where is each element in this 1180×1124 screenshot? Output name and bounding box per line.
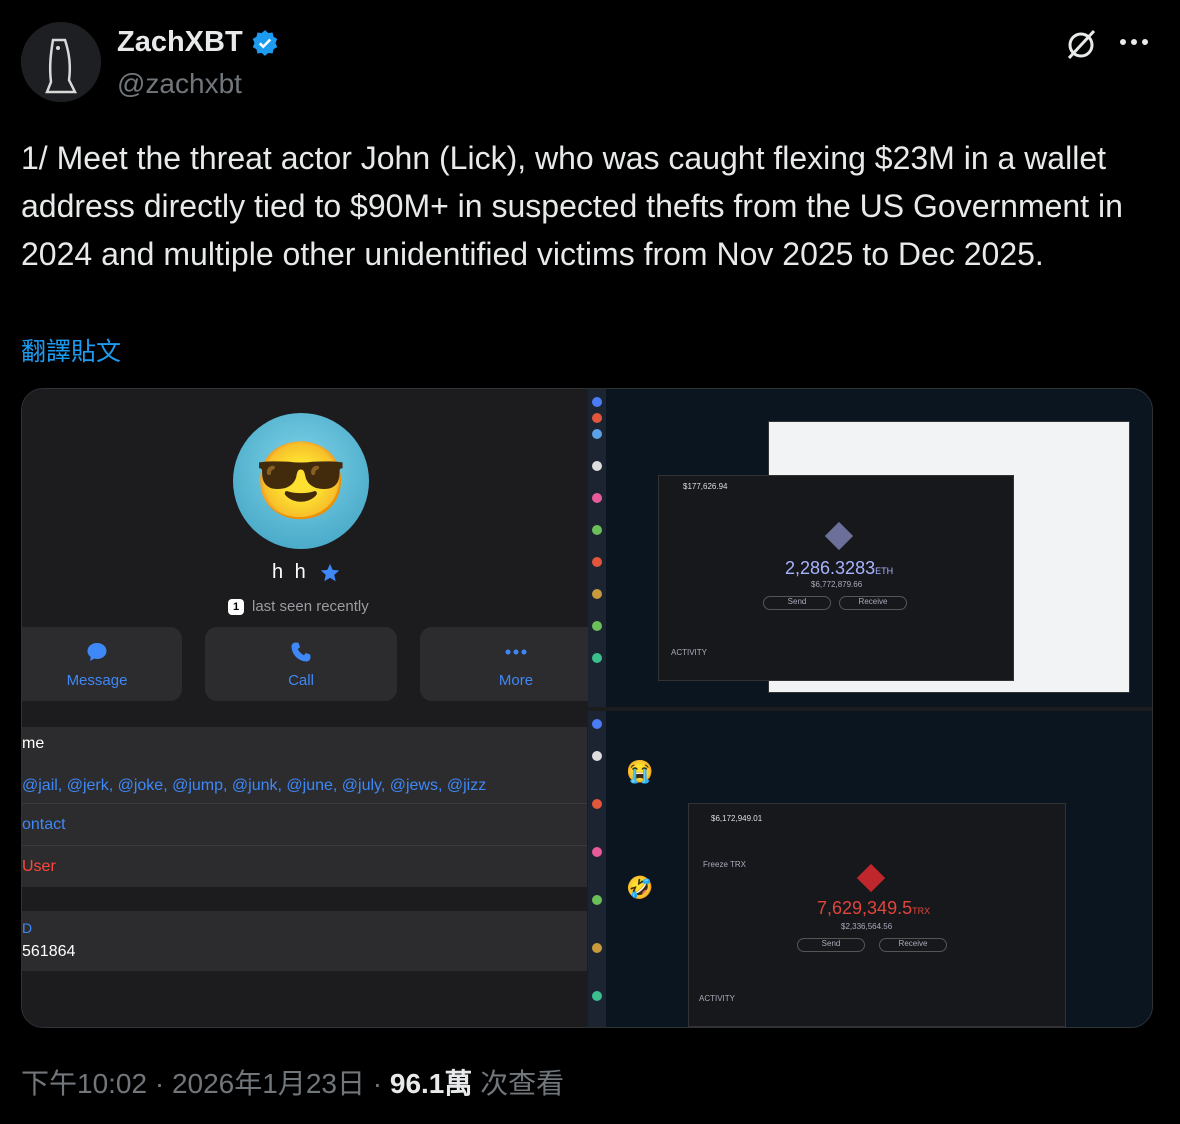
- views-label: 次查看: [480, 1068, 565, 1099]
- sunglasses-duck-avatar-icon: 😎: [233, 413, 369, 549]
- telegram-profile-screenshot: 😎 h h 1 last seen recently Message Call …: [22, 389, 612, 1027]
- author-handle[interactable]: @zachxbt: [117, 68, 242, 100]
- ethereum-logo-icon: [824, 521, 854, 551]
- wallet-window: $177,626.94 2,286.3283ETH $6,772,879.66 …: [658, 475, 1014, 681]
- wallet-eth-screenshot: $177,626.94 2,286.3283ETH $6,772,879.66 …: [588, 389, 1152, 707]
- more-profile-button[interactable]: More: [420, 627, 612, 701]
- username-label: me: [22, 735, 45, 752]
- slashed-circle-icon: [1067, 29, 1096, 60]
- ghost-avatar-icon: [21, 22, 101, 102]
- receive-button[interactable]: Receive: [839, 596, 907, 610]
- id-label: D: [22, 920, 33, 936]
- author-name[interactable]: ZachXBT: [117, 26, 279, 59]
- chat-bubble-icon: [87, 642, 107, 661]
- more-button[interactable]: [1118, 32, 1150, 57]
- block-user-row[interactable]: User: [22, 858, 56, 876]
- tweet-media[interactable]: 😎 h h 1 last seen recently Message Call …: [21, 388, 1153, 1028]
- divider: [22, 845, 587, 846]
- app-dock: [588, 711, 606, 1027]
- author-avatar[interactable]: [21, 22, 101, 102]
- view-count: 96.1萬: [389, 1068, 473, 1099]
- divider: [22, 803, 587, 804]
- id-section: [22, 911, 587, 971]
- grok-button[interactable]: [1063, 26, 1099, 67]
- eth-balance: 2,286.3283ETH: [785, 558, 894, 578]
- phone-icon: [291, 642, 311, 661]
- ellipsis-icon: [505, 649, 527, 654]
- profile-name: h h: [272, 561, 341, 584]
- tweet-time[interactable]: 下午10:02: [21, 1068, 147, 1099]
- tweet-meta: 下午10:02 · 2026年1月23日 · 96.1萬 次查看: [21, 1068, 565, 1099]
- more-dots-icon: [1120, 39, 1148, 45]
- message-button[interactable]: Message: [22, 627, 182, 701]
- wallet-trx-screenshot: 😭 🤣 $6,172,949.01 Freeze TRX 7,629,349.5…: [588, 711, 1152, 1027]
- star-icon: [320, 563, 339, 581]
- send-button[interactable]: Send: [797, 938, 865, 952]
- tweet-text: 1/ Meet the threat actor John (Lick), wh…: [21, 140, 1123, 272]
- trx-balance: 7,629,349.5TRX: [817, 898, 931, 918]
- tron-logo-icon: [856, 863, 886, 893]
- id-value: 561864: [22, 943, 76, 960]
- crying-laughing-emoji-icon: 😭: [626, 759, 654, 784]
- contact-row[interactable]: ontact: [22, 816, 66, 834]
- app-dock: [588, 389, 606, 707]
- usernames-list[interactable]: @jail, @jerk, @joke, @jump, @junk, @june…: [22, 777, 486, 795]
- receive-button[interactable]: Receive: [879, 938, 947, 952]
- rofl-emoji-icon: 🤣: [626, 875, 654, 900]
- translate-link[interactable]: 翻譯貼文: [21, 332, 121, 368]
- wallet-window: $6,172,949.01 Freeze TRX 7,629,349.5TRX …: [688, 803, 1066, 1027]
- call-button[interactable]: Call: [205, 627, 397, 701]
- info-list: [22, 727, 587, 887]
- freeze-trx-label[interactable]: Freeze TRX: [703, 860, 746, 869]
- seen-badge: 1: [228, 598, 244, 615]
- last-seen: 1 last seen recently: [228, 598, 369, 615]
- tweet-date[interactable]: 2026年1月23日: [172, 1068, 365, 1099]
- send-button[interactable]: Send: [763, 596, 831, 610]
- verified-badge-icon: [252, 29, 277, 56]
